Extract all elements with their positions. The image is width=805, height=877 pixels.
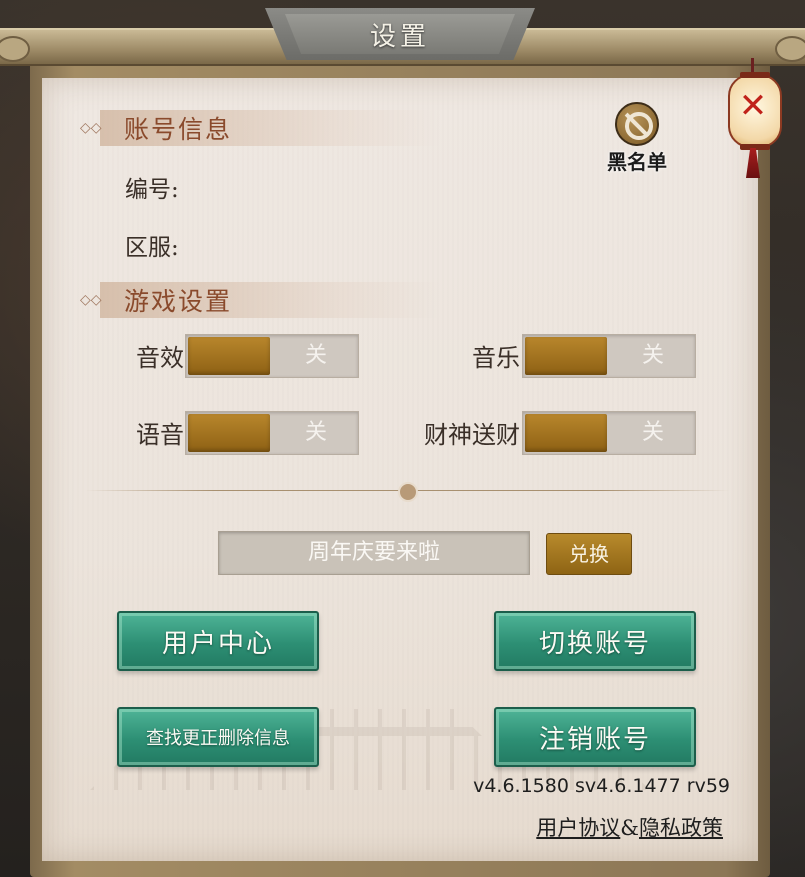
user-center-button[interactable]: 用户中心 <box>117 611 319 671</box>
diamond-ornament-icon: ◇◇ <box>80 292 102 308</box>
close-icon: ✕ <box>738 86 768 126</box>
sound-effects-label: 音效 <box>136 344 184 372</box>
user-agreement-link[interactable]: 用户协议 <box>536 816 620 840</box>
policy-separator: & <box>620 816 639 840</box>
policy-links: 用户协议&隐私政策 <box>440 812 723 842</box>
account-id-label: 编号: <box>125 177 179 203</box>
blacklist-label: 黑名单 <box>607 150 667 174</box>
fortune-god-label: 财神送财 <box>424 421 520 449</box>
title-plaque: 设置 <box>265 8 535 60</box>
cancel-account-button[interactable]: 注销账号 <box>494 707 696 767</box>
music-label: 音乐 <box>472 344 520 372</box>
sound-effects-toggle[interactable]: 关 <box>185 334 359 378</box>
page-title: 设置 <box>369 21 430 52</box>
ban-icon <box>615 102 659 146</box>
voice-label: 语音 <box>136 421 184 449</box>
divider-ornament-icon <box>398 482 418 502</box>
blacklist-button[interactable]: 黑名单 <box>596 102 678 174</box>
find-correct-delete-info-button[interactable]: 查找更正删除信息 <box>117 707 319 767</box>
section-account-info: ◇◇ 账号信息 <box>80 108 440 148</box>
redeem-button[interactable]: 兑换 <box>546 533 632 575</box>
music-toggle[interactable]: 关 <box>522 334 696 378</box>
fortune-god-toggle[interactable]: 关 <box>522 411 696 455</box>
toggle-state: 关 <box>641 420 664 445</box>
version-text: v4.6.1580 sv4.6.1477 rv59 <box>473 775 730 797</box>
switch-account-button[interactable]: 切换账号 <box>494 611 696 671</box>
privacy-policy-link[interactable]: 隐私政策 <box>639 816 723 840</box>
toggle-knob <box>525 414 607 452</box>
section-title: 游戏设置 <box>124 287 233 316</box>
toggle-knob <box>188 337 270 375</box>
voice-toggle[interactable]: 关 <box>185 411 359 455</box>
toggle-state: 关 <box>304 343 327 368</box>
toggle-knob <box>188 414 270 452</box>
toggle-state: 关 <box>641 343 664 368</box>
close-button[interactable]: ✕ <box>724 58 782 178</box>
toggle-knob <box>525 337 607 375</box>
section-title: 账号信息 <box>124 115 233 144</box>
toggle-state: 关 <box>304 420 327 445</box>
section-game-settings: ◇◇ 游戏设置 <box>80 280 440 320</box>
redeem-code-input[interactable]: 周年庆要来啦 <box>218 531 530 575</box>
server-label: 区服: <box>125 235 179 261</box>
diamond-ornament-icon: ◇◇ <box>80 120 102 136</box>
